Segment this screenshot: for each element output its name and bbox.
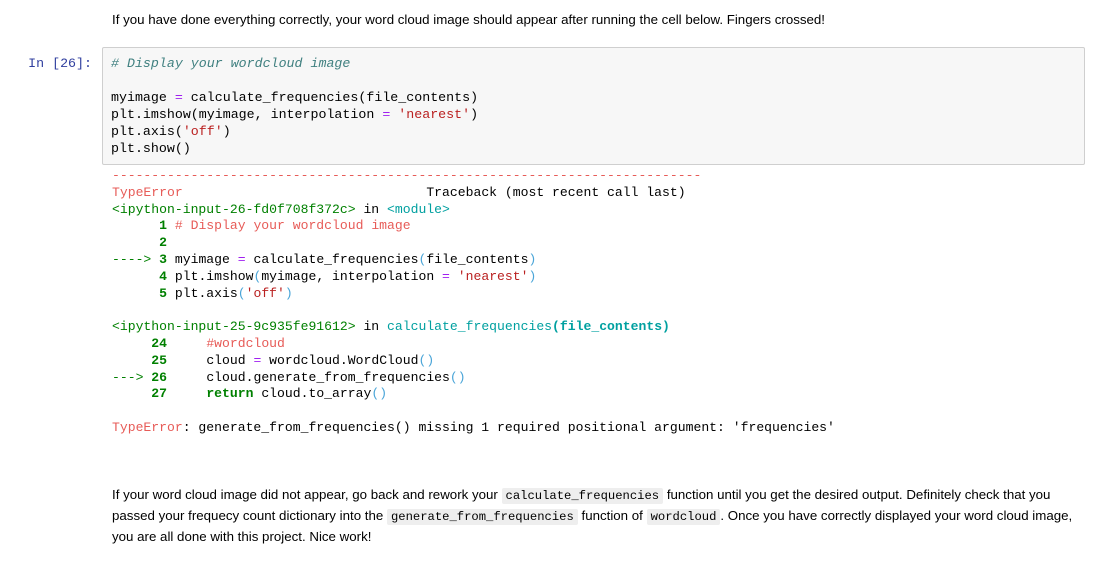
traceback-string-nearest: 'nearest' [457,268,529,284]
code-token-equals-1: = [174,90,183,105]
code-token-show: plt.show() [111,141,191,156]
traceback-line-number-2: 2 [159,235,168,251]
traceback-paren-4: ) [528,268,537,284]
traceback-line-number-1: 1 [159,218,168,234]
cell-output-traceback: ----------------------------------------… [112,168,1102,437]
traceback-line-code-26a: cloud.generate_from_frequencies [206,369,450,385]
final-error-message: : generate_from_frequencies() missing 1 … [182,419,835,435]
input-prompt-label: In [26]: [28,56,92,71]
traceback-error-type: TypeError [112,184,183,200]
inline-code-calculate-frequencies: calculate_frequencies [501,488,664,504]
traceback-paren-6: ) [284,285,293,301]
traceback-separator: ----------------------------------------… [112,168,702,183]
inline-code-generate-from-frequencies: generate_from_frequencies [386,509,578,525]
code-token-string-nearest: 'nearest' [398,107,471,122]
traceback-header-right: Traceback (most recent call last) [426,184,686,200]
traceback-text: ----------------------------------------… [112,168,1102,437]
traceback-line-code-24: #wordcloud [206,335,285,351]
traceback-frame-2-scope-args: (file_contents) [552,319,670,335]
code-cell-row: In [26]: # Display your wordcloud image … [0,47,1113,165]
code-token-imshow: plt.imshow(myimage, interpolation [111,107,383,122]
code-comment-line: # Display your wordcloud image [111,56,351,71]
outro-text-part1: If your word cloud image did not appear,… [112,487,502,502]
outro-markdown-cell: If your word cloud image did not appear,… [112,485,1090,546]
code-token-call-1: calculate_frequencies(file_contents) [182,90,479,105]
code-token-axis: plt.axis( [111,124,183,139]
traceback-line-code-25a: cloud [206,352,254,368]
traceback-arrow-1: ----> [112,251,152,267]
outro-paragraph: If your word cloud image did not appear,… [112,485,1090,546]
traceback-line-number-5: 5 [159,285,168,301]
traceback-paren-7: () [418,352,435,368]
traceback-line-number-4: 4 [159,268,168,284]
jupyter-notebook-page: If you have done everything correctly, y… [0,0,1113,566]
traceback-line-number-25: 25 [151,352,168,368]
code-token-closeparen-1: ) [470,107,479,122]
traceback-line-code-5a: plt.axis [174,285,238,301]
traceback-paren-5: ( [237,285,246,301]
traceback-line-code-4b: myimage, interpolation [261,268,443,284]
traceback-paren-8: () [449,369,466,385]
code-token-string-off: 'off' [182,124,223,139]
traceback-op-eq-2: = [442,268,450,284]
code-content[interactable]: # Display your wordcloud image myimage =… [111,55,1076,157]
code-token-myimage: myimage [111,90,175,105]
traceback-frame-2-scope-name: calculate_frequencies [387,319,553,335]
traceback-line-code-25b: wordcloud.WordCloud [261,352,419,368]
traceback-frame-1-scope: <module> [387,201,450,217]
traceback-paren-9: () [371,386,388,402]
traceback-line-code-27a: cloud.to_array [253,386,372,402]
traceback-frame-2-in: in [363,319,380,335]
intro-paragraph: If you have done everything correctly, y… [112,12,826,27]
final-error-type: TypeError [112,419,183,435]
traceback-frame-1-in: in [363,201,380,217]
code-editor[interactable]: # Display your wordcloud image myimage =… [102,47,1085,165]
traceback-line-code-4a: plt.imshow [174,268,254,284]
traceback-space-1 [450,269,458,284]
traceback-line-number-27: 27 [151,386,168,402]
inline-code-wordcloud: wordcloud [646,509,721,525]
traceback-line-code-3c: file_contents [426,251,529,267]
traceback-line-number-24: 24 [151,335,168,351]
traceback-line-code-3b: calculate_frequencies [245,251,419,267]
intro-markdown-cell: If you have done everything correctly, y… [112,10,1090,29]
traceback-line-number-26: 26 [151,369,168,385]
traceback-line-code-3a: myimage [174,251,238,267]
traceback-line-number-3: 3 [159,251,168,267]
traceback-frame-2-file: <ipython-input-25-9c935fe91612> [112,319,356,335]
code-token-closeparen-2: ) [222,124,231,139]
outro-text-part3: function of [577,508,647,523]
traceback-string-off: 'off' [245,285,285,301]
traceback-op-eq-1: = [237,251,246,267]
traceback-keyword-return: return [206,386,254,402]
traceback-line-code-1: # Display your wordcloud image [174,218,411,234]
traceback-frame-1-file: <ipython-input-26-fd0f708f372c> [112,201,356,217]
traceback-arrow-2: ---> [112,369,144,385]
traceback-paren-2: ) [528,251,537,267]
